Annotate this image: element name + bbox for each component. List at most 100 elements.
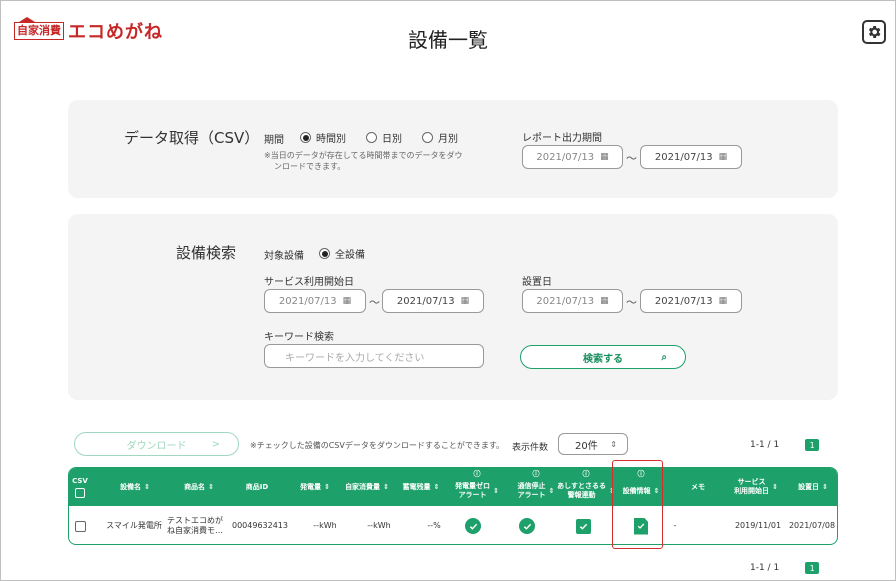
calendar-icon: ▦ — [718, 152, 728, 162]
report-to-date[interactable]: 2021/07/13 ▦ — [640, 145, 742, 169]
header-facility[interactable]: 設備名 ⇕ — [105, 468, 165, 506]
report-from-date[interactable]: 2021/07/13 ▦ — [522, 145, 623, 169]
page-button[interactable]: 1 — [805, 439, 820, 451]
header-label: 利用開始日 — [734, 487, 770, 495]
radio-monthly[interactable]: 月別 — [422, 130, 458, 145]
calendar-icon: ▦ — [600, 296, 609, 306]
header-label: 警報連動 — [567, 491, 596, 499]
header-install-date[interactable]: 設置日 ⇕ — [789, 468, 837, 506]
header-label-wrap: 通信停止 アラート — [518, 482, 546, 500]
header-product[interactable]: 商品名 ⇕ — [169, 468, 229, 506]
pager-bottom: 1-1 / 1 1 — [750, 562, 820, 574]
info-icon: ⓘ — [473, 470, 481, 478]
header-service-start[interactable]: サービス 利用開始日 ⇕ — [723, 468, 789, 506]
cell-facility[interactable]: スマイル発電所 — [99, 506, 169, 544]
search-button-label: 検索する — [583, 353, 623, 365]
row-checkbox[interactable] — [74, 520, 86, 532]
install-date-label: 設置日 — [522, 277, 552, 288]
cell-ashita[interactable] — [571, 506, 595, 544]
updown-icon: ⇕ — [610, 439, 617, 449]
check-circle-icon — [465, 518, 481, 534]
calendar-icon: ▦ — [718, 296, 728, 306]
radio-circle — [422, 132, 433, 143]
header-label: メモ — [691, 482, 705, 491]
pager-text: 1-1 / 1 — [750, 563, 780, 573]
page-size-select[interactable]: 20件 ⇕ — [558, 433, 628, 455]
header-ashita[interactable]: ⓘ あしすとさるる 警報連動 ⇕ — [551, 468, 621, 506]
check-square-icon — [575, 518, 591, 534]
header-label: 発電量 — [300, 482, 322, 491]
check-icon — [469, 523, 477, 530]
install-from[interactable]: 2021/07/13 ▦ — [522, 289, 623, 313]
report-period-label: レポート出力期間 — [522, 133, 602, 144]
pager-text: 1-1 / 1 — [750, 440, 780, 450]
radio-daily[interactable]: 日別 — [366, 130, 402, 145]
cell-product: テストエコめが ね自家消費モ… — [167, 506, 229, 544]
cell-service-start: 2019/11/01 — [734, 521, 782, 530]
header-csv[interactable]: CSV — [69, 468, 91, 506]
cell-install-date: 2021/07/08 — [788, 521, 836, 530]
page-size-value: 20件 — [575, 440, 598, 452]
search-button[interactable]: 検索する ⌕ — [520, 345, 686, 369]
sort-icon: ⇕ — [822, 482, 828, 491]
header-label: 発電量ゼロ — [455, 482, 491, 490]
page-title: 設備一覧 — [408, 28, 488, 52]
select-all-checkbox[interactable] — [75, 487, 85, 498]
date-separator: 〜 — [626, 296, 637, 309]
info-icon: ⓘ — [532, 470, 540, 478]
header-label: アラート — [458, 491, 487, 499]
keyword-input[interactable]: キーワードを入力してください — [264, 344, 484, 368]
keyword-label: キーワード検索 — [264, 332, 334, 343]
date-value: 2021/07/13 — [654, 151, 713, 163]
header-label: 自家消費量 — [345, 482, 381, 491]
service-start-to[interactable]: 2021/07/13 ▦ — [382, 289, 484, 313]
cell-memo[interactable]: - — [667, 506, 683, 544]
cell-comm-alert[interactable] — [515, 506, 539, 544]
cell-zero-alert[interactable] — [461, 506, 485, 544]
header-label: 商品名 — [184, 482, 206, 491]
download-button[interactable]: ダウンロード > — [74, 432, 239, 456]
radio-label: 時間別 — [316, 134, 346, 145]
header-label: あしすとさるる — [557, 482, 606, 490]
sort-icon: ⇕ — [433, 482, 440, 491]
date-value: 2021/07/13 — [396, 295, 455, 307]
radio-hourly[interactable]: 時間別 — [300, 130, 346, 145]
radio-all-facilities[interactable]: 全設備 — [319, 246, 365, 261]
header-product-id: 商品ID — [229, 468, 285, 506]
csv-note-line1: ※当日のデータが存在してる時間帯までのデータをダウ — [264, 151, 463, 160]
cell-self-consumption: --kWh — [367, 521, 391, 530]
info-icon: ⓘ — [582, 470, 590, 478]
sort-icon: ⇕ — [324, 482, 330, 491]
sort-icon: ⇕ — [772, 482, 778, 491]
service-start-from[interactable]: 2021/07/13 ▦ — [264, 289, 366, 313]
download-button-label: ダウンロード — [126, 440, 187, 452]
calendar-icon: ▦ — [600, 152, 609, 162]
check-icon — [523, 523, 531, 530]
header-self-consumption[interactable]: 自家消費量 ⇕ — [339, 468, 395, 506]
header-label-wrap: 発電量ゼロ アラート — [455, 482, 490, 500]
sort-icon: ⇕ — [144, 482, 150, 491]
cell-battery: --% — [427, 521, 441, 530]
period-label: 期間 — [264, 135, 284, 146]
radio-label: 月別 — [438, 134, 458, 145]
page-button[interactable]: 1 — [805, 562, 820, 574]
chevron-right-icon: > — [211, 438, 220, 450]
cell-generation: --kWh — [313, 521, 337, 530]
header-label: 蓄電残量 — [402, 482, 431, 491]
date-value: 2021/07/13 — [536, 295, 595, 307]
target-label: 対象設備 — [264, 251, 304, 262]
header-label: アラート — [517, 491, 546, 499]
cell-text: テストエコめが — [167, 516, 223, 525]
sort-icon: ⇕ — [208, 482, 214, 491]
header-label: サービス — [737, 478, 766, 486]
row-checkbox-cell[interactable] — [69, 506, 91, 544]
pager-top: 1-1 / 1 1 — [750, 439, 820, 451]
header-battery[interactable]: 蓄電残量 ⇕ — [395, 468, 447, 506]
settings-button[interactable] — [862, 20, 886, 44]
install-to[interactable]: 2021/07/13 ▦ — [640, 289, 742, 313]
header-zero-alert[interactable]: ⓘ 発電量ゼロ アラート ⇕ — [447, 468, 507, 506]
header-memo: メモ — [673, 468, 723, 506]
header-generation[interactable]: 発電量 ⇕ — [291, 468, 339, 506]
header-label-wrap: あしすとさるる 警報連動 — [557, 482, 606, 500]
facility-table: CSV 設備名 ⇕ 商品名 ⇕ 商品ID 発電量 ⇕ 自家消費量 ⇕ 蓄電残量 ⇕ ⓘ 発… — [68, 467, 838, 545]
